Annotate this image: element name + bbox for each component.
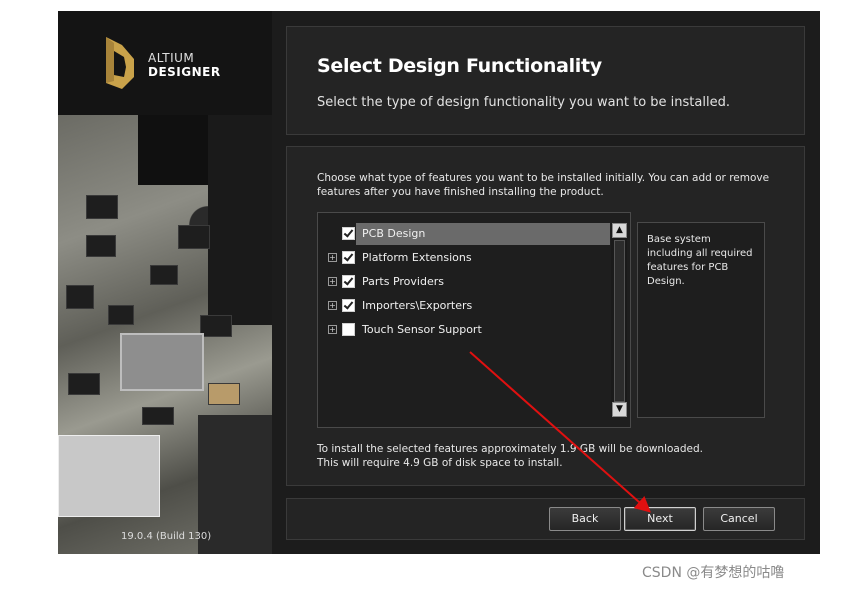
red-arrow-annotation: [469, 351, 651, 513]
watermark: CSDN @有梦想的咕噜: [642, 565, 785, 581]
